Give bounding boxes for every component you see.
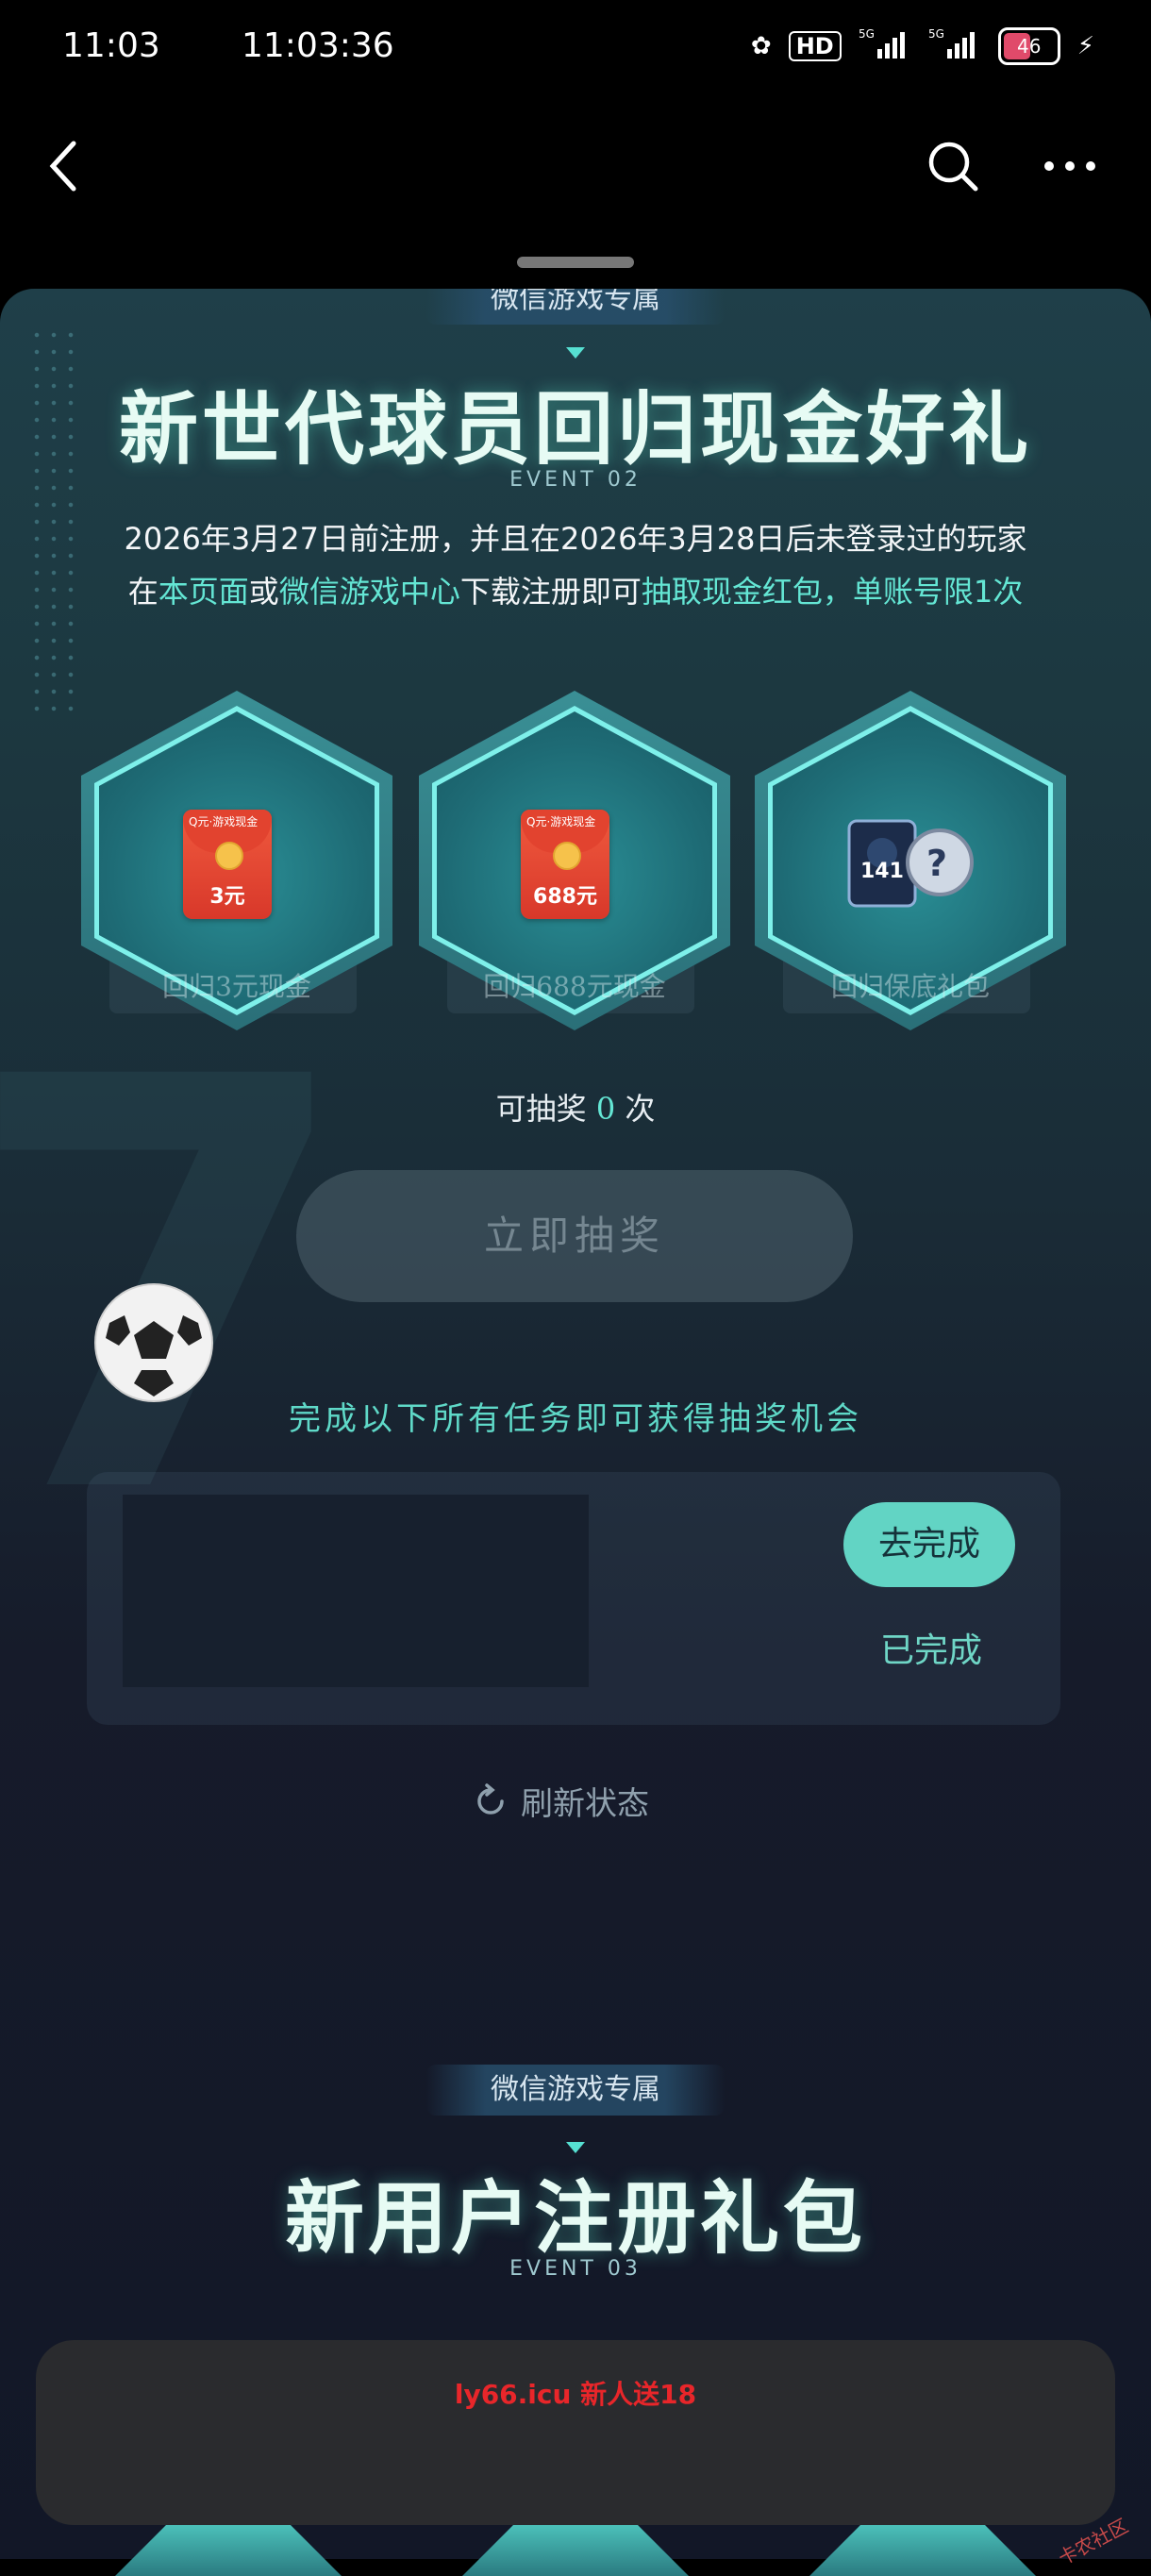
reward-label: 回归688元现金 [483,971,666,1002]
event-description-line1: 2026年3月27日前注册，并且在2026年3月28日后未登录过的玩家 [124,521,1027,557]
soccer-ball-icon [94,1283,213,1402]
draw-now-button[interactable]: 立即抽奖 [296,1170,853,1302]
svg-text:141: 141 [860,860,904,883]
reward-hex-guarantee: 141 ? 回归保底礼包 [755,691,1066,1030]
task-content-placeholder [123,1495,589,1687]
battery-icon: 46 [997,26,1060,65]
red-envelope-icon: Q元·游戏现金 3元 [183,810,272,919]
section-tag: 微信游戏专属 [426,289,725,325]
signal-5g-icon: 5G [928,26,981,65]
status-icons: ✿ HD 5G 5G 46 ⚡ [751,26,1094,65]
charging-icon: ⚡ [1076,31,1094,60]
top-nav-bar [0,104,1151,226]
task-done-label: 已完成 [879,1631,982,1670]
go-complete-button[interactable]: 去完成 [843,1502,1015,1587]
reward-label: 回归3元现金 [162,971,311,1002]
back-arrow-icon[interactable] [42,138,91,194]
reward-amount: 688元 [533,885,597,909]
draw-count: 可抽奖 0 次 [495,1091,656,1127]
ad-text: ly66.icu 新人送18 [454,2379,697,2410]
ad-banner[interactable]: ly66.icu 新人送18 [36,2340,1115,2525]
signal-5g-icon: 5G [859,26,911,65]
section-tag: 微信游戏专属 [426,2065,725,2116]
task-card: 去完成 已完成 [87,1472,1060,1725]
svg-text:?: ? [926,843,947,884]
status-clock-seconds: 11:03:36 [242,26,394,65]
sheet-drag-handle[interactable] [517,257,634,268]
reward-hex-3yuan: Q元·游戏现金 3元 回归3元现金 [81,691,392,1030]
refresh-status-button[interactable]: 刷新状态 [472,1778,649,1824]
svg-text:5G: 5G [859,27,875,41]
player-cards-icon: 141 ? [847,819,974,908]
event-number: EVENT 03 [509,2257,642,2281]
status-time: 11:03 [62,26,160,65]
refresh-label: 刷新状态 [521,1785,649,1823]
reward-label: 回归保底礼包 [830,971,990,1002]
search-icon[interactable] [925,138,981,194]
event-number: EVENT 02 [509,468,642,492]
svg-text:5G: 5G [928,27,944,41]
refresh-icon [477,1782,504,1815]
reward-amount: 3元 [209,885,245,909]
more-options-icon[interactable] [1042,157,1098,176]
red-envelope-icon: Q元·游戏现金 688元 [521,810,609,919]
task-hint: 完成以下所有任务即可获得抽奖机会 [289,1400,862,1438]
hd-icon: HD [788,30,842,61]
triangle-marker-icon [566,347,585,359]
event-description-line2: 在本页面或微信游戏中心下载注册即可抽取现金红包，单账号限1次 [127,574,1024,610]
triangle-marker-icon [566,2142,585,2153]
event-title: 新世代球员回归现金好礼 [118,383,1032,476]
reward-hex-688yuan: Q元·游戏现金 688元 回归688元现金 [419,691,730,1030]
event-title: 新用户注册礼包 [284,2172,866,2265]
flower-icon: ✿ [750,31,772,60]
draw-count-value: 0 [595,1091,616,1127]
status-bar: 11:03 11:03:36 ✿ HD 5G 5G 46 ⚡ [0,0,1151,104]
event-panel: 7 微信游戏专属 新世代球员回归现金好礼 EVENT 02 2026年3月27日… [0,289,1151,2559]
